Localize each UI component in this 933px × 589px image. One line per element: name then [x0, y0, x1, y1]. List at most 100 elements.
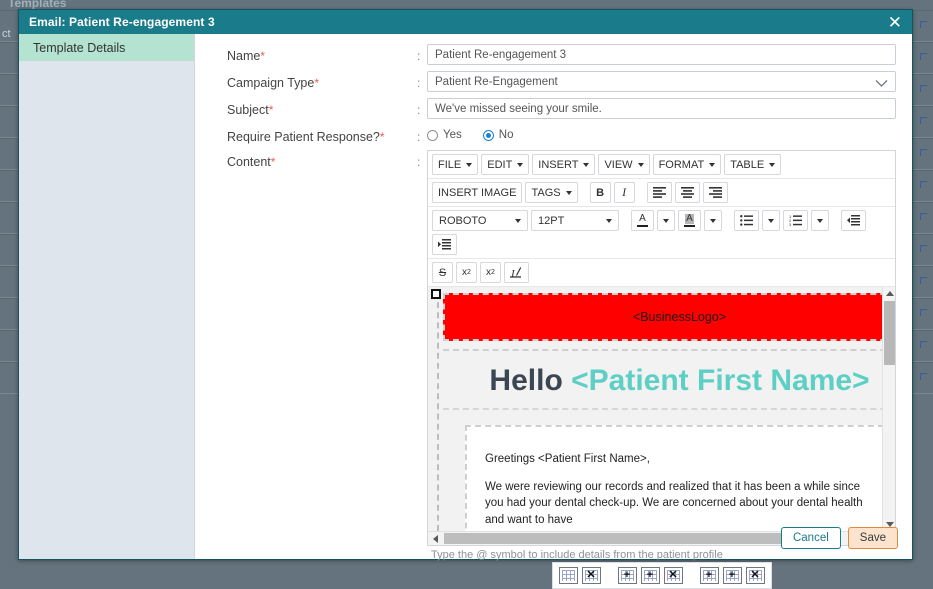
- background-cell-marker: [920, 85, 927, 92]
- field-row-content: Content* : FILE EDIT INSERT VIEW FORMAT …: [195, 150, 912, 589]
- editor-canvas[interactable]: <BusinessLogo> Hello <Patient First Name…: [428, 287, 882, 531]
- tags-button[interactable]: TAGS: [525, 182, 577, 203]
- numbered-list-chevron-down-icon[interactable]: [811, 210, 829, 231]
- delete-table-button[interactable]: ✕: [582, 567, 601, 584]
- colon-require-response: :: [417, 125, 427, 144]
- table-tools-toolbar: ✕ + + ✕ + + ✕: [427, 562, 896, 589]
- colon-name: :: [417, 44, 427, 63]
- text-color-chevron-down-icon[interactable]: [657, 210, 675, 231]
- highlight-color-chevron-down-icon[interactable]: [704, 210, 722, 231]
- label-name: Name*: [195, 44, 417, 63]
- background-cell-marker: [920, 277, 927, 284]
- menu-table[interactable]: TABLE: [724, 154, 781, 175]
- radio-label-yes: Yes: [443, 129, 462, 141]
- sidebar-item-template-details[interactable]: Template Details: [19, 34, 194, 61]
- greeting-heading-prefix: Hello: [489, 364, 562, 397]
- colon-campaign-type: :: [417, 71, 427, 90]
- insert-row-before-button[interactable]: +: [618, 567, 637, 584]
- highlight-color-icon[interactable]: A: [678, 210, 701, 231]
- superscript-button[interactable]: x2: [456, 262, 477, 283]
- scroll-up-arrow-icon[interactable]: [883, 287, 896, 300]
- dialog-body: Template Details Name* : Campaign Type* …: [19, 34, 912, 559]
- required-marker: *: [260, 49, 265, 63]
- background-cell-marker: [920, 373, 927, 380]
- email-document: <BusinessLogo> Hello <Patient First Name…: [437, 292, 882, 531]
- text-color-icon[interactable]: A: [631, 210, 654, 231]
- background-cell-marker: [920, 149, 927, 156]
- delete-row-button[interactable]: ✕: [664, 567, 683, 584]
- decrease-indent-icon[interactable]: [841, 210, 866, 231]
- insert-column-after-button[interactable]: +: [723, 567, 742, 584]
- bold-button[interactable]: B: [590, 182, 611, 203]
- selection-handle[interactable]: [431, 289, 441, 299]
- required-marker: *: [314, 76, 319, 90]
- strikethrough-button[interactable]: S: [432, 262, 453, 283]
- align-left-icon[interactable]: [647, 182, 672, 203]
- required-marker: *: [271, 155, 276, 169]
- name-input[interactable]: [427, 44, 896, 65]
- background-cell-marker: [920, 245, 927, 252]
- colon-content: :: [417, 150, 427, 169]
- subscript-button[interactable]: x2: [480, 262, 501, 283]
- dialog-footer: Cancel Save: [781, 527, 898, 549]
- field-row-campaign-type: Campaign Type* :: [195, 71, 912, 92]
- svg-text:3: 3: [789, 222, 792, 226]
- editor-toolbar-row-2: INSERT IMAGE TAGS B I: [428, 179, 895, 207]
- menu-file[interactable]: FILE: [432, 154, 478, 175]
- scroll-left-arrow-icon[interactable]: [428, 532, 442, 545]
- dialog-titlebar: Email: Patient Re-engagement 3 ✕: [19, 10, 912, 34]
- align-right-icon[interactable]: [703, 182, 728, 203]
- chevron-down-icon: [606, 219, 612, 223]
- increase-indent-icon[interactable]: [432, 234, 457, 255]
- italic-button[interactable]: I: [614, 182, 635, 203]
- colon-subject: :: [417, 98, 427, 117]
- required-marker: *: [269, 103, 274, 117]
- email-paragraph-1: Greetings <Patient First Name>,: [485, 451, 874, 468]
- dialog-sidebar: Template Details: [19, 34, 195, 559]
- insert-table-button[interactable]: [559, 567, 578, 584]
- spacer-band: [443, 341, 882, 351]
- chevron-down-icon: [583, 163, 589, 167]
- menu-view[interactable]: VIEW: [598, 154, 649, 175]
- chevron-down-icon: [517, 163, 523, 167]
- radio-label-no: No: [499, 129, 514, 141]
- radio-require-response-yes[interactable]: [427, 130, 438, 141]
- insert-image-button[interactable]: INSERT IMAGE: [432, 182, 522, 203]
- numbered-list-icon[interactable]: 123: [783, 210, 808, 231]
- editor-vertical-scrollbar[interactable]: [882, 287, 895, 531]
- chevron-down-icon: [466, 163, 472, 167]
- business-logo-placeholder[interactable]: <BusinessLogo>: [443, 293, 882, 341]
- label-require-response: Require Patient Response?*: [195, 125, 417, 144]
- vertical-scroll-thumb[interactable]: [884, 301, 895, 365]
- font-family-select[interactable]: ROBOTO: [432, 210, 528, 231]
- editor-toolbar-row-4: S x2 x2 I: [428, 259, 895, 287]
- clear-formatting-icon[interactable]: I: [504, 262, 529, 283]
- save-button[interactable]: Save: [848, 527, 898, 549]
- horizontal-scroll-thumb[interactable]: [444, 533, 819, 544]
- cancel-button[interactable]: Cancel: [781, 527, 841, 549]
- bullet-list-icon[interactable]: [734, 210, 759, 231]
- email-body-card: Greetings <Patient First Name>, We were …: [465, 425, 882, 531]
- campaign-type-select[interactable]: [427, 71, 896, 92]
- background-cell-marker: [920, 213, 927, 220]
- chevron-down-icon: [709, 163, 715, 167]
- field-row-name: Name* :: [195, 44, 912, 65]
- close-icon[interactable]: ✕: [886, 14, 904, 31]
- form-pane: Name* : Campaign Type* :: [195, 34, 912, 559]
- menu-edit[interactable]: EDIT: [481, 154, 529, 175]
- background-cell-marker: [920, 53, 927, 60]
- align-center-icon[interactable]: [675, 182, 700, 203]
- required-marker: *: [380, 130, 385, 144]
- greeting-heading-token: <Patient First Name>: [571, 364, 869, 397]
- bullet-list-chevron-down-icon[interactable]: [762, 210, 780, 231]
- menu-insert[interactable]: INSERT: [532, 154, 595, 175]
- subject-input[interactable]: [427, 98, 896, 119]
- editor-content-area[interactable]: <BusinessLogo> Hello <Patient First Name…: [428, 287, 895, 545]
- menu-format[interactable]: FORMAT: [653, 154, 722, 175]
- radio-require-response-no[interactable]: [483, 130, 494, 141]
- editor-toolbar-row-3: ROBOTO 12PT A A: [428, 207, 895, 259]
- insert-row-after-button[interactable]: +: [641, 567, 660, 584]
- font-size-select[interactable]: 12PT: [531, 210, 619, 231]
- insert-column-before-button[interactable]: +: [700, 567, 719, 584]
- delete-column-button[interactable]: ✕: [746, 567, 765, 584]
